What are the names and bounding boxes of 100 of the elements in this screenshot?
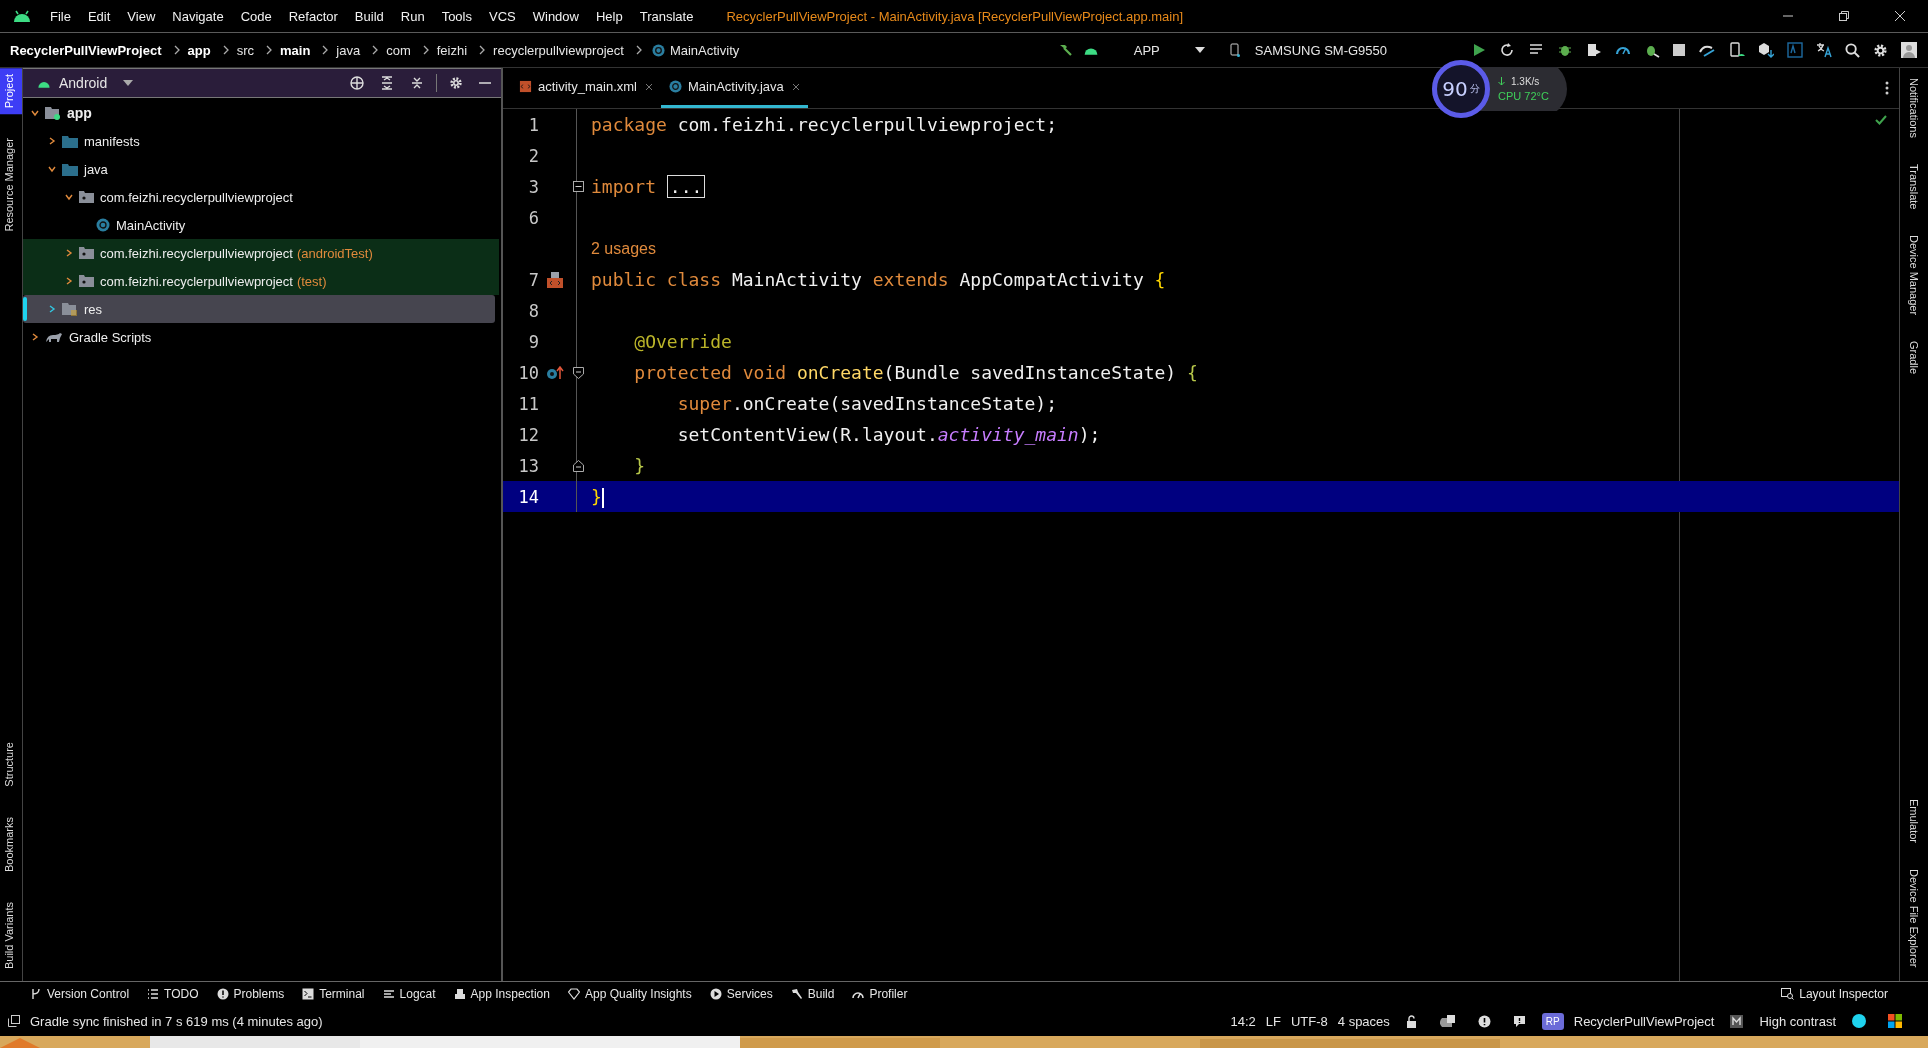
settings-icon[interactable]: [449, 76, 463, 90]
tree-item[interactable]: res: [23, 295, 495, 323]
breadcrumb-item[interactable]: src: [236, 42, 254, 58]
layout-file-icon[interactable]: [546, 270, 564, 289]
line-separator[interactable]: LF: [1265, 1013, 1281, 1029]
menu-item[interactable]: Window: [532, 8, 579, 24]
crosshair-icon[interactable]: [350, 76, 364, 90]
tree-item[interactable]: com.feizhi.recyclerpullviewproject (androidTest): [23, 239, 499, 267]
menu-item[interactable]: Navigate: [172, 8, 224, 24]
tool-window-button[interactable]: Version Control: [30, 987, 130, 1001]
tool-window-tab[interactable]: Project: [0, 68, 22, 115]
tree-item[interactable]: java: [23, 155, 499, 183]
warning-icon[interactable]: [1477, 1014, 1491, 1028]
tool-window-tab[interactable]: Translate: [1908, 159, 1920, 214]
chevron-icon[interactable]: [65, 193, 73, 201]
tool-window-tab[interactable]: Emulator: [1908, 794, 1920, 847]
override-icon[interactable]: [546, 365, 564, 380]
caret-position[interactable]: 14:2: [1230, 1013, 1256, 1029]
breadcrumb-item[interactable]: MainActivity: [669, 42, 740, 58]
tool-window-button[interactable]: Layout Inspector: [1781, 987, 1888, 1001]
breadcrumb-item[interactable]: RecyclerPullViewProject: [10, 42, 162, 58]
tool-window-tab[interactable]: Resource Manager: [0, 132, 22, 238]
breadcrumb-item[interactable]: main: [280, 42, 311, 58]
tool-window-button[interactable]: TODO: [147, 987, 199, 1001]
menu-item[interactable]: Translate: [639, 8, 694, 24]
sdk-icon[interactable]: [1758, 42, 1774, 58]
chevron-icon[interactable]: [48, 165, 56, 173]
fold-toggle-icon[interactable]: [572, 459, 584, 472]
status-message[interactable]: Gradle sync finished in 7 s 619 ms (4 minutes ago): [30, 1013, 323, 1029]
menu-item[interactable]: View: [127, 8, 156, 24]
indent-setting[interactable]: 4 spaces: [1337, 1013, 1390, 1029]
project-name[interactable]: RecyclerPullViewProject: [1573, 1013, 1715, 1029]
tool-window-button[interactable]: App Quality Insights: [567, 987, 692, 1001]
fold-toggle-icon[interactable]: [572, 366, 584, 379]
device-dropdown[interactable]: SAMSUNG SM-G9550: [1254, 42, 1387, 58]
tool-window-button[interactable]: App Inspection: [453, 987, 550, 1001]
expand-all-icon[interactable]: [380, 76, 394, 90]
chevron-icon[interactable]: [31, 333, 39, 341]
breadcrumb-item[interactable]: app: [187, 42, 211, 58]
theme-icon[interactable]: [1730, 1014, 1744, 1028]
breadcrumb-item[interactable]: com: [386, 42, 411, 58]
device-manager-icon[interactable]: [1729, 42, 1745, 58]
menu-item[interactable]: File: [50, 8, 71, 24]
breadcrumb-item[interactable]: feizhi: [436, 42, 468, 58]
usages-hint[interactable]: 2 usages: [591, 239, 656, 258]
memory-icon[interactable]: [1439, 1014, 1456, 1028]
tool-window-button[interactable]: Logcat: [382, 987, 436, 1001]
run-config-dropdown[interactable]: APP: [1133, 42, 1160, 58]
breadcrumb-item[interactable]: java: [336, 42, 361, 58]
tree-item[interactable]: MainActivity: [23, 211, 499, 239]
chevron-icon[interactable]: [48, 137, 56, 145]
tool-window-tab[interactable]: Structure: [0, 736, 22, 793]
tool-window-button[interactable]: Problems: [216, 987, 285, 1001]
tool-window-tab[interactable]: Device File Explorer: [1908, 864, 1920, 971]
menu-item[interactable]: Edit: [87, 8, 111, 24]
run-icon[interactable]: [1472, 43, 1486, 57]
menu-item[interactable]: Help: [595, 8, 623, 24]
menu-item[interactable]: Refactor: [288, 8, 338, 24]
tool-window-button[interactable]: Terminal: [302, 987, 365, 1001]
menu-item[interactable]: Build: [354, 8, 384, 24]
chevron-icon[interactable]: [65, 249, 73, 257]
file-encoding[interactable]: UTF-8: [1290, 1013, 1328, 1029]
feedback-icon[interactable]: [1512, 1014, 1526, 1028]
dropdown-caret-icon[interactable]: [123, 80, 134, 86]
chevron-icon[interactable]: [65, 277, 73, 285]
more-icon[interactable]: [1885, 81, 1889, 95]
collapse-all-icon[interactable]: [410, 76, 424, 90]
search-icon[interactable]: [1845, 42, 1860, 58]
close-icon[interactable]: [1894, 10, 1906, 22]
tool-window-tab[interactable]: Device Manager: [1908, 231, 1920, 320]
tool-window-tab[interactable]: Bookmarks: [0, 810, 22, 878]
tool-window-tab[interactable]: Notifications: [1908, 74, 1920, 142]
settings-icon[interactable]: [1873, 42, 1888, 58]
menu-item[interactable]: VCS: [489, 8, 516, 24]
fold-toggle-icon[interactable]: [572, 181, 584, 192]
editor-tab[interactable]: activity_main.xml: [511, 68, 661, 108]
tree-item[interactable]: app: [23, 99, 499, 127]
tool-window-button[interactable]: Profiler: [852, 987, 908, 1001]
menu-item[interactable]: Code: [240, 8, 272, 24]
panel-toggle-icon[interactable]: [8, 1015, 20, 1027]
restore-icon[interactable]: [1838, 10, 1850, 22]
menu-item[interactable]: Run: [400, 8, 425, 24]
tool-window-tab[interactable]: Build Variants: [0, 895, 22, 975]
tree-item[interactable]: Gradle Scripts: [23, 323, 499, 351]
tool-window-button[interactable]: Build: [790, 987, 835, 1001]
breadcrumb-item[interactable]: recyclerpullviewproject: [493, 42, 624, 58]
chevron-icon[interactable]: [31, 109, 39, 117]
lock-icon[interactable]: [1405, 1014, 1418, 1028]
refresh-icon[interactable]: [1499, 42, 1515, 58]
chevron-icon[interactable]: [48, 305, 56, 313]
translate-icon[interactable]: [1816, 42, 1832, 58]
project-view-dropdown[interactable]: Android: [59, 75, 108, 91]
tool-window-button[interactable]: Services: [709, 987, 773, 1001]
tree-item[interactable]: com.feizhi.recyclerpullviewproject (test): [23, 267, 499, 295]
theme-name[interactable]: High contrast: [1759, 1013, 1836, 1029]
editor-tab[interactable]: MainActivity.java: [660, 68, 808, 108]
phone-icon[interactable]: [1229, 43, 1240, 57]
tree-item[interactable]: com.feizhi.recyclerpullviewproject: [23, 183, 499, 211]
tree-item[interactable]: manifests: [23, 127, 499, 155]
dropdown-caret-icon[interactable]: [1194, 47, 1205, 53]
